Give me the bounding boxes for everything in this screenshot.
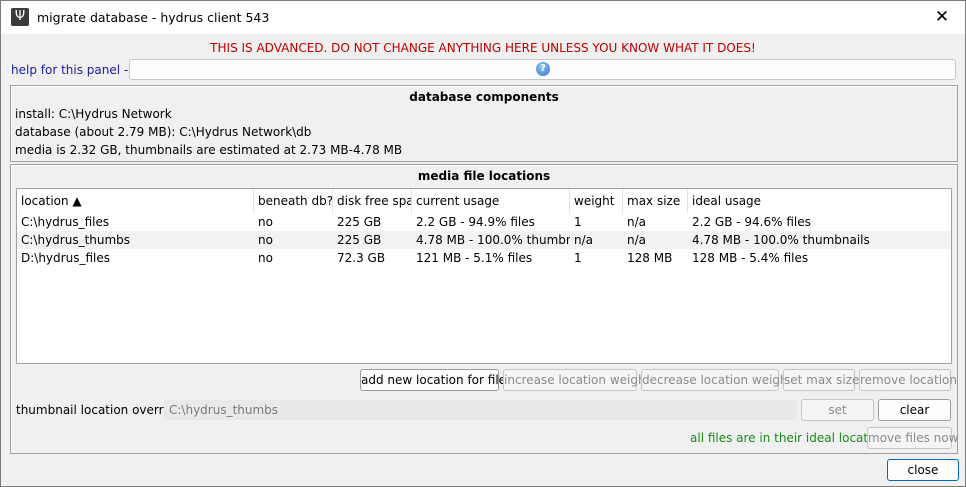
title-bar[interactable]: Ψ migrate database - hydrus client 543 ✕ [1,1,965,34]
column-header-beneath-db[interactable]: beneath db? [254,189,333,213]
cell-beneath-db: no [258,215,273,229]
cell-current-usage: 4.78 MB - 100.0% thumbna... [416,233,570,247]
cell-location: D:\hydrus_files [21,251,110,265]
cell-max-size: n/a [627,215,647,229]
panel-title: database components [409,90,559,104]
set-thumbnail-button[interactable]: set [801,399,874,421]
column-header-disk-free[interactable]: disk free spac [333,189,412,213]
cell-weight: 1 [574,251,582,265]
cell-current-usage: 2.2 GB - 94.9% files [416,215,535,229]
column-header-weight[interactable]: weight [570,189,623,213]
cell-location: C:\hydrus_thumbs [21,233,131,247]
hydrus-icon: Ψ [11,8,29,26]
cell-weight: 1 [574,215,582,229]
cell-max-size: 128 MB [627,251,673,265]
migration-status-text: all files are in their ideal locations [690,431,893,445]
table-row[interactable]: C:\hydrus_thumbs no 225 GB 4.78 MB - 100… [17,231,951,249]
database-path-text: database (about 2.79 MB): C:\Hydrus Netw… [15,125,312,139]
cell-disk-free: 225 GB [337,233,382,247]
close-button[interactable]: close [887,459,959,481]
set-max-size-button[interactable]: set max size [783,369,859,391]
table-row[interactable]: C:\hydrus_files no 225 GB 2.2 GB - 94.9%… [17,213,951,231]
database-components-panel: database components install: C:\Hydrus N… [10,85,958,162]
column-header-location[interactable]: location ▲ [17,189,254,213]
cell-ideal-usage: 4.78 MB - 100.0% thumbnails [692,233,870,247]
thumbnail-override-label: thumbnail location override [16,403,182,417]
thumbnail-override-field[interactable]: C:\hydrus_thumbs [164,400,797,420]
remove-location-button[interactable]: remove location [859,369,957,391]
cell-disk-free: 72.3 GB [337,251,386,265]
clear-thumbnail-button[interactable]: clear [878,399,951,421]
help-button[interactable]: ? [129,59,956,80]
increase-weight-button[interactable]: increase location weight [503,369,650,391]
decrease-weight-button[interactable]: decrease location weight [641,369,792,391]
panel-title: media file locations [417,169,551,183]
cell-current-usage: 121 MB - 5.1% files [416,251,533,265]
cell-max-size: n/a [627,233,647,247]
table-row[interactable]: D:\hydrus_files no 72.3 GB 121 MB - 5.1%… [17,249,951,267]
column-header-current-usage[interactable]: current usage [412,189,570,213]
help-icon: ? [536,62,550,76]
cell-ideal-usage: 2.2 GB - 94.6% files [692,215,811,229]
advanced-warning: THIS IS ADVANCED. DO NOT CHANGE ANYTHING… [210,41,756,55]
install-path-text: install: C:\Hydrus Network [15,107,172,121]
cell-disk-free: 225 GB [337,215,382,229]
cell-beneath-db: no [258,251,273,265]
locations-list[interactable]: location ▲ beneath db? disk free spac cu… [16,188,952,364]
media-size-text: media is 2.32 GB, thumbnails are estimat… [15,143,403,157]
add-location-button[interactable]: add new location for files [360,369,512,391]
move-files-now-button[interactable]: move files now [867,427,958,449]
cell-location: C:\hydrus_files [21,215,110,229]
cell-beneath-db: no [258,233,273,247]
column-header-max-size[interactable]: max size [623,189,688,213]
list-header: location ▲ beneath db? disk free spac cu… [17,189,951,213]
migrate-database-window: Ψ migrate database - hydrus client 543 ✕… [0,0,966,487]
cell-ideal-usage: 128 MB - 5.4% files [692,251,809,265]
cell-weight: n/a [574,233,594,247]
column-header-ideal-usage[interactable]: ideal usage [688,189,951,213]
close-icon[interactable]: ✕ [927,3,957,31]
window-title: migrate database - hydrus client 543 [37,10,270,25]
help-label: help for this panel --> [11,63,143,77]
